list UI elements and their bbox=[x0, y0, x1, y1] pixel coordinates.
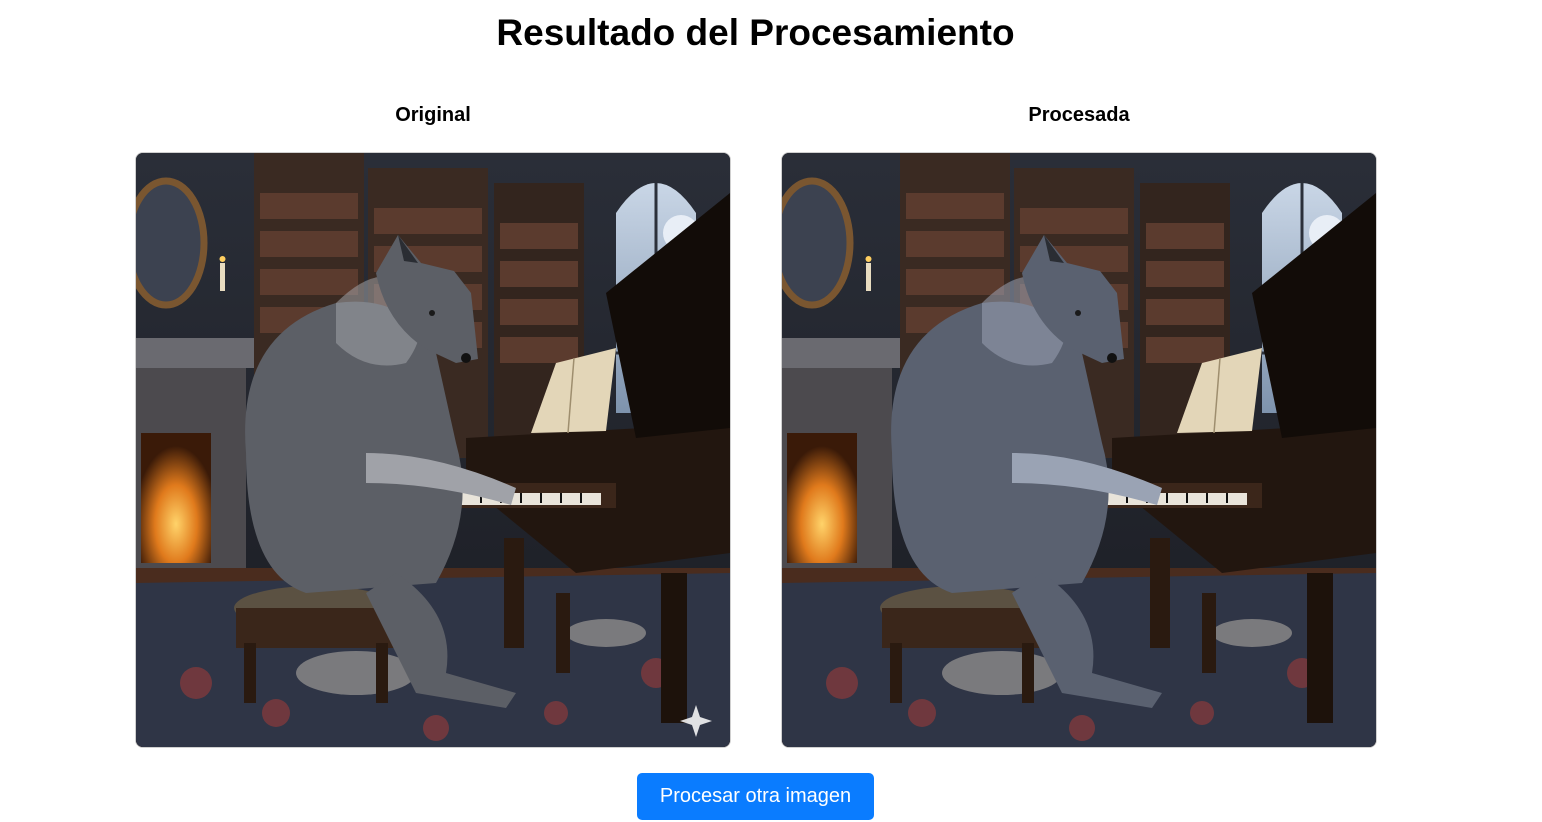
processed-image bbox=[781, 152, 1377, 748]
original-panel: Original bbox=[135, 100, 731, 748]
original-image-illustration bbox=[136, 153, 730, 747]
process-another-image-button[interactable]: Procesar otra imagen bbox=[637, 773, 874, 820]
processed-image-illustration bbox=[782, 153, 1376, 747]
original-image bbox=[135, 152, 731, 748]
processed-label: Procesada bbox=[1028, 104, 1130, 126]
page-title: Resultado del Procesamiento bbox=[496, 12, 1015, 53]
original-label: Original bbox=[395, 104, 471, 126]
processed-panel: Procesada bbox=[781, 100, 1377, 748]
result-page: Resultado del Procesamiento Original Pro… bbox=[0, 0, 1542, 822]
